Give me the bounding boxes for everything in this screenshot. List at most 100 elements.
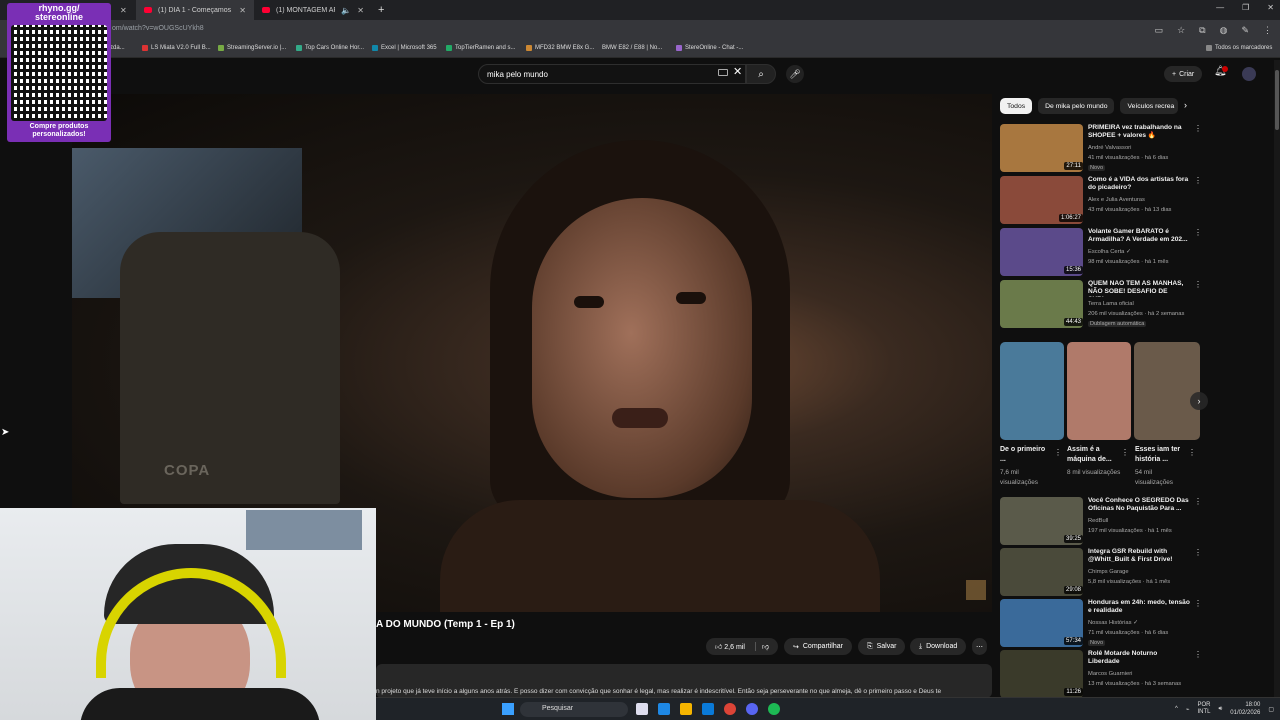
- rec-item[interactable]: 27:11 PRIMEIRA vez trabalhando na SHOPEE…: [1000, 124, 1202, 174]
- rec-channel[interactable]: André Valvassori: [1088, 145, 1131, 151]
- scrollbar-thumb[interactable]: [1275, 70, 1279, 130]
- rec-title[interactable]: Honduras em 24h: medo, tensão e realidad…: [1088, 599, 1190, 616]
- chip-todos[interactable]: Todos: [1000, 98, 1033, 114]
- more-icon[interactable]: ⋮: [1194, 497, 1202, 506]
- chevron-right-icon[interactable]: ›: [1184, 100, 1187, 110]
- edit-icon[interactable]: ✎: [1241, 25, 1249, 36]
- rec-thumbnail[interactable]: 27:11: [1000, 124, 1083, 172]
- bookmark[interactable]: TopTierRamen and s...: [446, 45, 515, 51]
- rec-channel[interactable]: RedBull: [1088, 518, 1108, 524]
- rec-channel[interactable]: Escolha Certa ✓: [1088, 249, 1131, 255]
- rec-title[interactable]: Você Conhece O SEGREDO Das Oficinas No P…: [1088, 497, 1190, 514]
- voice-search-button[interactable]: 🎤︎: [786, 65, 804, 83]
- task-view-icon[interactable]: [636, 703, 648, 715]
- rec-title[interactable]: Integra GSR Rebuild with @Whitt_Built & …: [1088, 548, 1190, 565]
- bookmark[interactable]: BMW E82 / E88 | No...: [602, 45, 662, 51]
- close-icon[interactable]: ✕: [357, 6, 364, 15]
- rec-thumbnail[interactable]: 44:43: [1000, 280, 1083, 328]
- bookmark[interactable]: MFD32 BMW E8x G...: [526, 45, 594, 51]
- url-field[interactable]: om/watch?v=wOUGScUYkh8: [112, 25, 204, 32]
- short-title[interactable]: Esses iam ter história ...: [1135, 445, 1187, 465]
- rec-title[interactable]: QUEM NÃO TEM AS MANHAS, NÃO SOBE! DESAFI…: [1088, 280, 1190, 297]
- more-icon[interactable]: ⋮: [1188, 448, 1196, 457]
- rec-thumbnail[interactable]: 15:36: [1000, 228, 1083, 276]
- avatar[interactable]: [1242, 67, 1256, 81]
- short-title[interactable]: De o primeiro ...: [1000, 445, 1052, 465]
- share-button[interactable]: ↪ Compartilhar: [784, 638, 852, 655]
- short-title[interactable]: Assim é a máquina de...: [1067, 445, 1119, 465]
- save-button[interactable]: ⎘ Salvar: [858, 638, 906, 655]
- chip-mika[interactable]: De mika pelo mundo: [1038, 98, 1115, 114]
- tab-partial[interactable]: ✕: [112, 0, 136, 20]
- close-window-button[interactable]: ✕: [1267, 3, 1274, 12]
- more-icon[interactable]: ⋮: [1194, 228, 1202, 237]
- bookmark[interactable]: StreamingServer.io |...: [218, 45, 286, 51]
- close-icon[interactable]: ✕: [239, 6, 246, 15]
- rec-item[interactable]: 15:36 Volante Gamer BARATO é Armadilha? …: [1000, 228, 1202, 278]
- close-icon[interactable]: ✕: [120, 6, 127, 15]
- clock[interactable]: 18:00 01/02/2026: [1230, 701, 1260, 717]
- network-icon[interactable]: ⌁: [1186, 706, 1190, 713]
- rec-item[interactable]: 29:08 Integra GSR Rebuild with @Whitt_Bu…: [1000, 548, 1202, 598]
- tab-current[interactable]: (1) DIA 1 - Começamos mais u ✕: [136, 0, 254, 20]
- cast-icon[interactable]: ▭: [1155, 25, 1164, 36]
- rec-title[interactable]: Como é a VIDA dos artistas fora do picad…: [1088, 176, 1190, 193]
- rec-item[interactable]: 1:06:27 Como é a VIDA dos artistas fora …: [1000, 176, 1202, 226]
- rec-thumbnail[interactable]: 11:26: [1000, 650, 1083, 698]
- rec-title[interactable]: Rolê Motarde Noturno Liberdade: [1088, 650, 1190, 667]
- more-icon[interactable]: ⋮: [1194, 650, 1202, 659]
- bookmark[interactable]: Top Cars Online Hor...: [296, 45, 364, 51]
- description-box[interactable]: n projeto que já teve início a alguns an…: [376, 664, 992, 698]
- bookmark[interactable]: StereOnline - Chat -...: [676, 45, 743, 51]
- rec-title[interactable]: Volante Gamer BARATO é Armadilha? A Verd…: [1088, 228, 1190, 245]
- chrome-icon[interactable]: [724, 703, 736, 715]
- rec-thumbnail[interactable]: 29:08: [1000, 548, 1083, 596]
- maximize-button[interactable]: ❐: [1242, 3, 1249, 12]
- speaker-icon[interactable]: 🔊︎: [1219, 706, 1223, 713]
- bookmark[interactable]: LS Miata V2.0 Full B...: [142, 45, 211, 51]
- new-tab-button[interactable]: +: [378, 4, 384, 16]
- spotify-icon[interactable]: [768, 703, 780, 715]
- dislike-button[interactable]: 👎︎: [754, 642, 769, 651]
- rec-channel[interactable]: Marcos Guarnieri: [1088, 671, 1132, 677]
- discord-icon[interactable]: [746, 703, 758, 715]
- taskbar-search[interactable]: Pesquisar: [520, 702, 628, 717]
- menu-icon[interactable]: ⋮: [1263, 25, 1272, 36]
- windows-start-icon[interactable]: [502, 703, 514, 715]
- search-button[interactable]: ⌕: [746, 64, 776, 84]
- channel-watermark[interactable]: [966, 580, 986, 600]
- more-icon[interactable]: ⋮: [1121, 448, 1129, 457]
- extensions-icon[interactable]: ⧉: [1199, 25, 1205, 36]
- chip-veiculos[interactable]: Veículos recrea: [1120, 98, 1179, 114]
- bookmark[interactable]: zda...: [110, 45, 125, 51]
- more-icon[interactable]: ⋮: [1194, 124, 1202, 133]
- scrollbar[interactable]: [1274, 60, 1280, 697]
- rec-item[interactable]: 39:25 Você Conhece O SEGREDO Das Oficina…: [1000, 497, 1202, 547]
- chevron-up-icon[interactable]: ^: [1175, 706, 1178, 712]
- more-icon[interactable]: ⋮: [1194, 176, 1202, 185]
- lang-indicator[interactable]: POR INTL: [1198, 702, 1211, 716]
- rec-title[interactable]: PRIMEIRA vez trabalhando na SHOPEE + val…: [1088, 124, 1190, 141]
- rec-thumbnail[interactable]: 39:25: [1000, 497, 1083, 545]
- rec-thumbnail[interactable]: 57:34: [1000, 599, 1083, 647]
- like-button[interactable]: 👍︎ 2,6 mil: [715, 642, 745, 651]
- more-icon[interactable]: ⋮: [1194, 280, 1202, 289]
- edge-icon[interactable]: [658, 703, 670, 715]
- rec-item[interactable]: 44:43 QUEM NÃO TEM AS MANHAS, NÃO SOBE! …: [1000, 280, 1202, 330]
- chevron-right-icon[interactable]: ›: [1190, 392, 1208, 410]
- search-input[interactable]: mika pelo mundo: [478, 64, 746, 84]
- short-thumbnail[interactable]: [1067, 342, 1131, 440]
- profile-icon[interactable]: ◍: [1220, 25, 1228, 36]
- minimize-button[interactable]: —: [1216, 3, 1224, 12]
- short-thumbnail[interactable]: [1000, 342, 1064, 440]
- rec-channel[interactable]: Terra Lama oficial: [1088, 301, 1134, 307]
- rec-channel[interactable]: Alex e Julia Aventuras: [1088, 197, 1145, 203]
- star-icon[interactable]: ☆: [1177, 25, 1185, 36]
- more-icon[interactable]: ⋮: [1194, 599, 1202, 608]
- keyboard-icon[interactable]: [718, 69, 728, 76]
- all-bookmarks[interactable]: Todos os marcadores: [1206, 45, 1272, 51]
- file-explorer-icon[interactable]: [680, 703, 692, 715]
- more-icon[interactable]: ⋮: [1054, 448, 1062, 457]
- create-button[interactable]: + Criar: [1164, 66, 1203, 82]
- rec-thumbnail[interactable]: 1:06:27: [1000, 176, 1083, 224]
